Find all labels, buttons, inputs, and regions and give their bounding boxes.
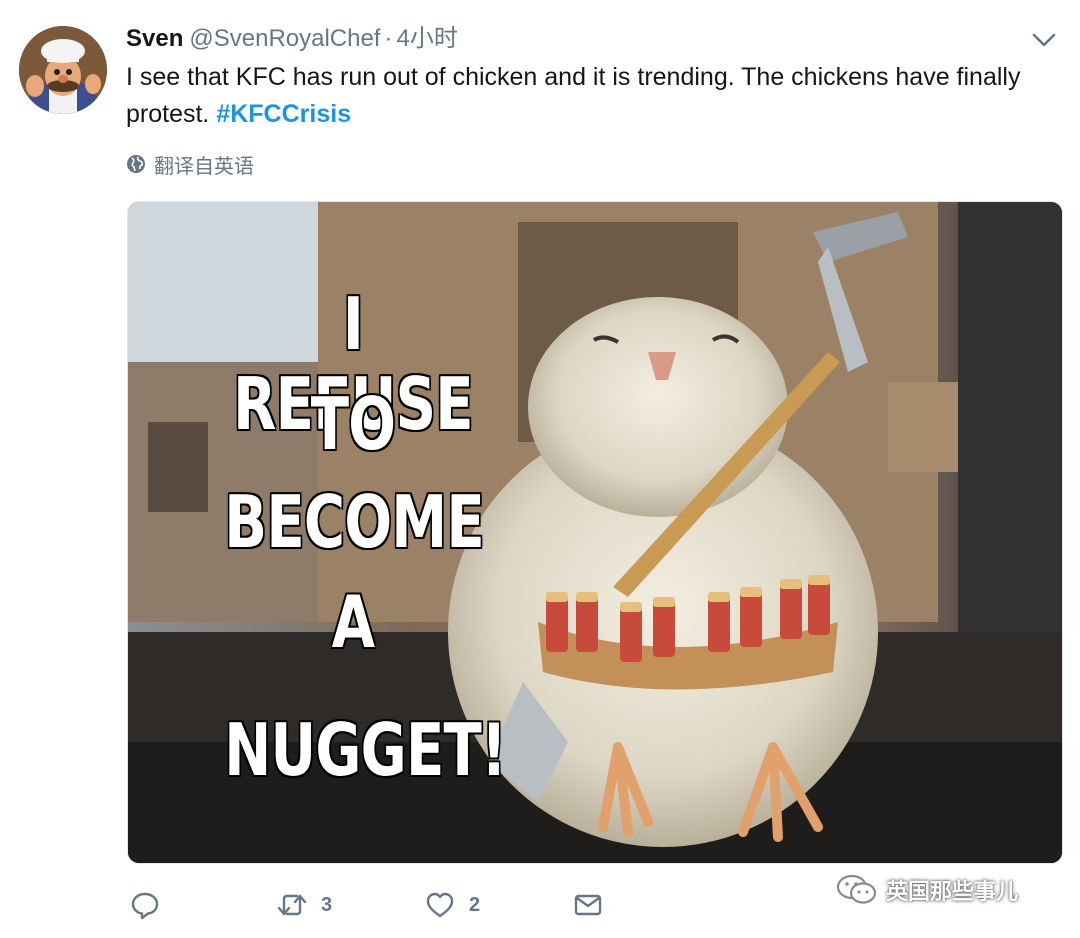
like-count: 2 <box>469 893 481 916</box>
retweet-count: 3 <box>321 893 333 916</box>
translate-link[interactable]: 翻译自英语 <box>126 150 254 178</box>
tweet-text: I see that KFC has run out of chicken an… <box>126 59 1026 133</box>
reply-button[interactable] <box>130 880 174 930</box>
meme-text-line-3: BECOME <box>224 480 485 564</box>
hashtag-link[interactable]: #KFCCrisis <box>216 100 351 128</box>
retweet-button[interactable]: 3 <box>277 880 332 930</box>
translate-label: 翻译自英语 <box>154 155 254 178</box>
separator-dot: · <box>384 25 393 52</box>
avatar[interactable] <box>19 26 107 114</box>
timestamp[interactable]: 4小时 <box>397 25 458 52</box>
meme-text-line-4: A <box>331 580 375 664</box>
tweet: Sven @SvenRoyalChef · 4小时 I see that KFC ha… <box>0 0 1080 938</box>
globe-icon <box>127 155 145 173</box>
heart-icon <box>426 892 454 918</box>
tweet-photo[interactable]: I REFUSE TO BECOME A NUGGET! <box>127 201 1063 864</box>
wechat-icon <box>836 874 877 904</box>
watermark: 英国那些事儿 <box>836 870 1018 910</box>
author-handle[interactable]: @SvenRoyalChef <box>189 25 380 52</box>
tweet-header: Sven @SvenRoyalChef · 4小时 <box>126 22 458 56</box>
retweet-icon <box>277 894 307 916</box>
reply-icon <box>131 892 159 920</box>
like-button[interactable]: 2 <box>425 880 480 930</box>
meme-text-line-5: NUGGET! <box>224 708 506 792</box>
envelope-icon <box>574 894 602 916</box>
author-name[interactable]: Sven <box>126 25 183 52</box>
direct-message-button[interactable] <box>573 880 603 930</box>
meme-text-line-2: TO <box>310 382 396 466</box>
chevron-down-icon[interactable] <box>1030 28 1058 52</box>
watermark-label: 英国那些事儿 <box>886 879 1019 904</box>
